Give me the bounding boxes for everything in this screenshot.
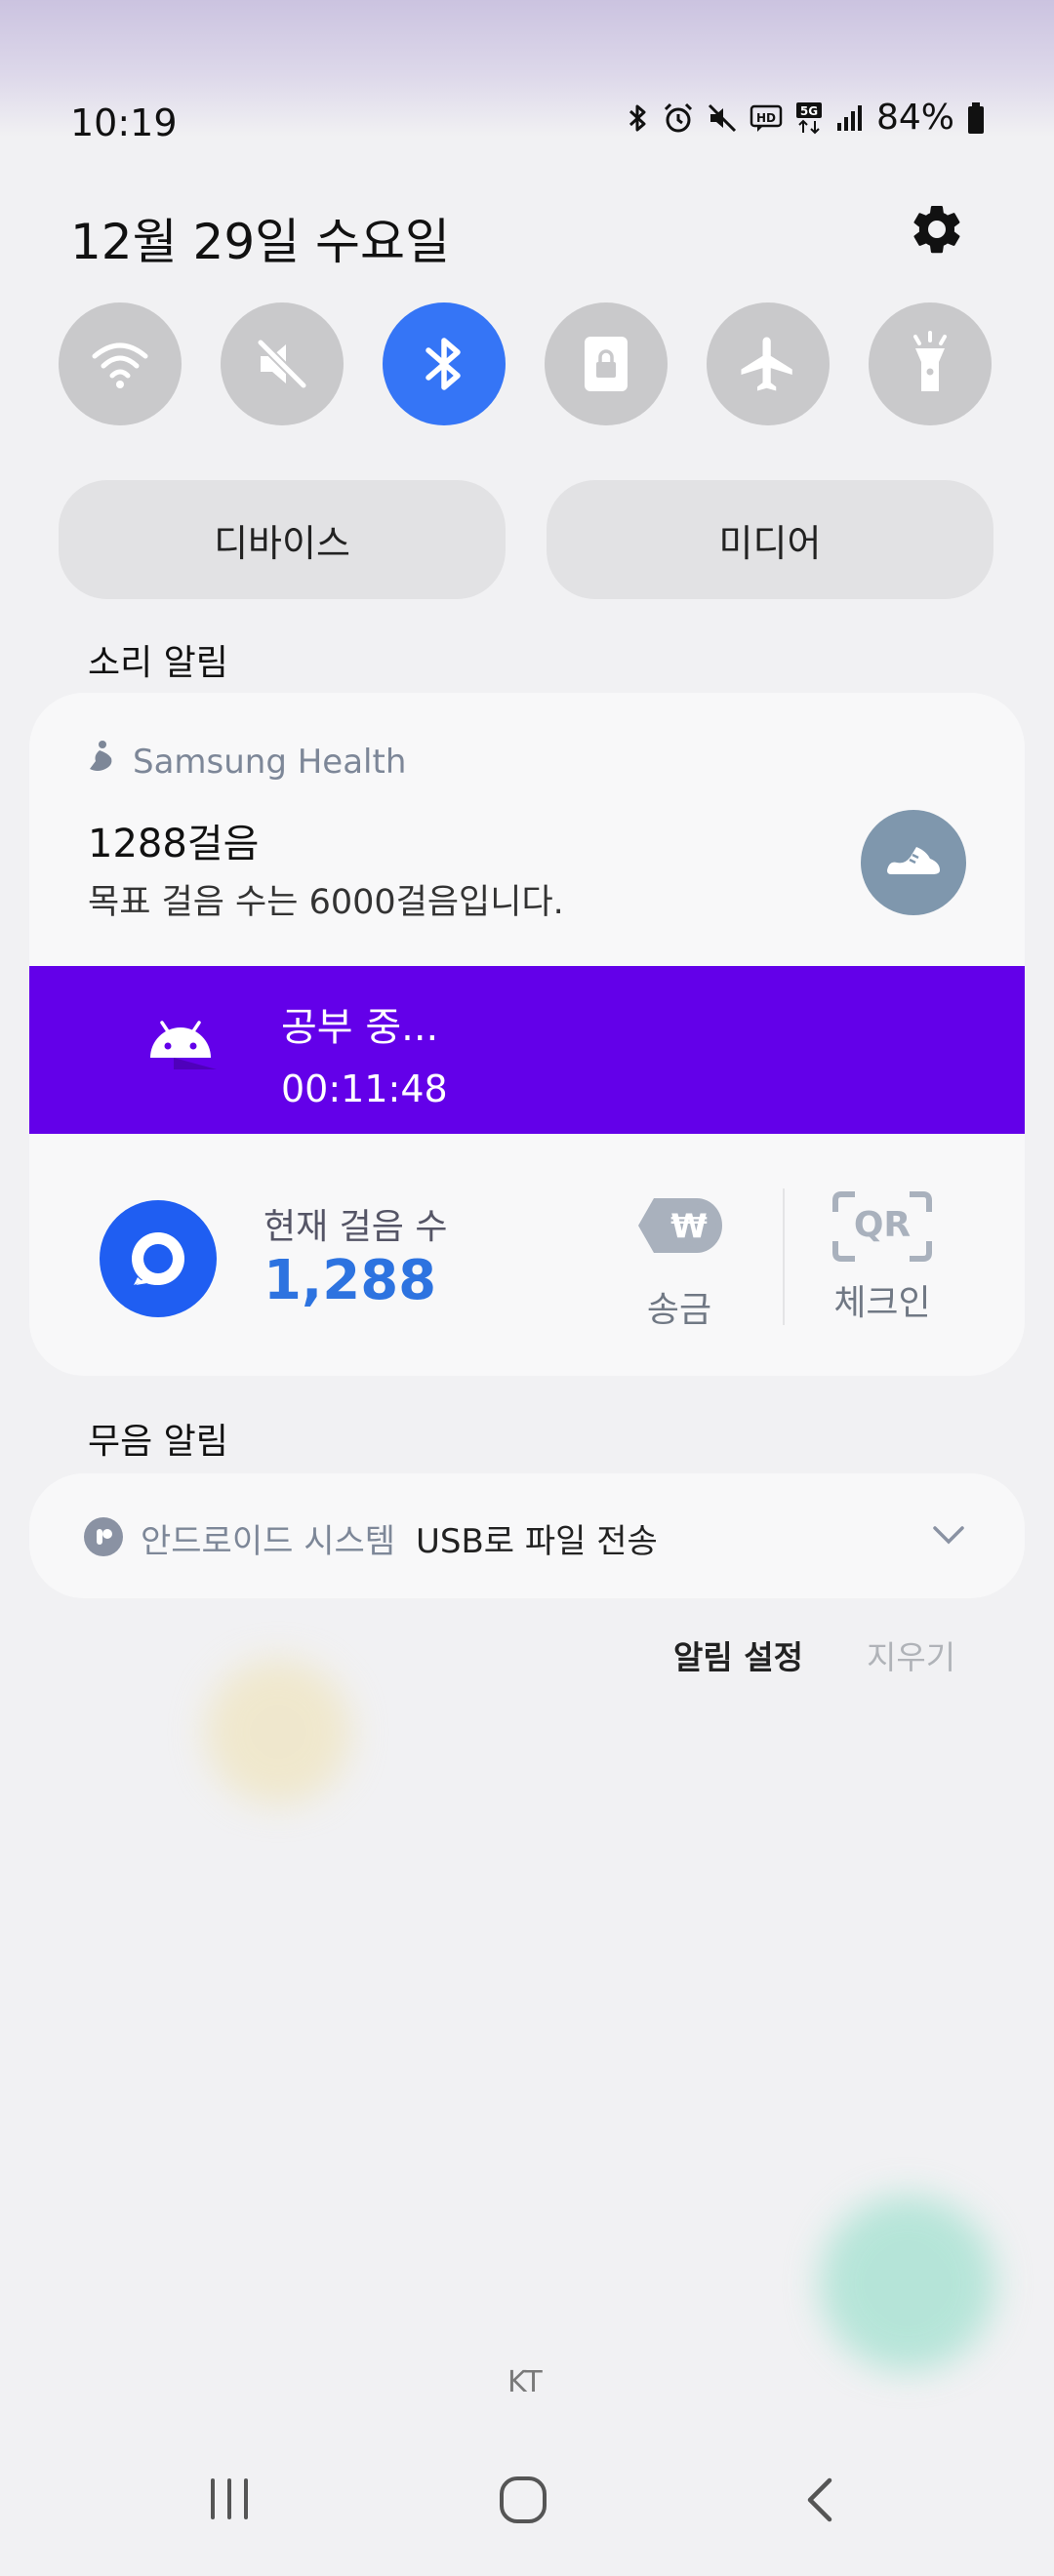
bluetooth-icon [423, 333, 466, 395]
flashlight-toggle[interactable] [869, 302, 992, 425]
usb-transfer-title: USB로 파일 전송 [416, 1522, 658, 1561]
notification-settings-link[interactable]: 알림 설정 [673, 1631, 803, 1678]
silent-notifications-header: 무음 알림 [88, 1422, 228, 1462]
sound-toggle[interactable] [221, 302, 344, 425]
svg-text:₩: ₩ [670, 1207, 708, 1246]
settings-gear-icon[interactable] [908, 200, 966, 259]
android-system-icon [84, 1517, 123, 1556]
send-money-label: 송금 [646, 1290, 712, 1330]
steps-title: 1288걸음 [88, 822, 260, 866]
clear-all-link[interactable]: 지우기 [867, 1631, 955, 1678]
current-steps-value: 1,288 [264, 1249, 437, 1312]
steps-goal-text: 목표 걸음 수는 6000걸음입니다. [88, 883, 564, 922]
battery-icon [966, 101, 986, 135]
samsung-health-icon [86, 740, 117, 784]
qr-code-icon: QR [831, 1190, 933, 1263]
samsung-health-app-row: Samsung Health [86, 740, 406, 784]
qr-code-label: QR [853, 1205, 912, 1245]
home-icon[interactable] [498, 2475, 548, 2529]
won-tag-icon: ₩ [634, 1190, 724, 1269]
carrier-label: KT [507, 2365, 543, 2399]
date-label: 12월 29일 수요일 [70, 214, 451, 270]
battery-percent: 84% [875, 98, 954, 138]
svg-text:5G: 5G [800, 104, 818, 118]
study-timer-notification[interactable]: 공부 중... 00:11:48 [29, 966, 1025, 1134]
shoe-icon [883, 841, 944, 884]
walking-action-button[interactable] [861, 810, 966, 915]
secure-folder-toggle[interactable] [545, 302, 668, 425]
pay-app-logo-icon[interactable] [100, 1200, 217, 1317]
usb-file-transfer-notification[interactable]: 안드로이드 시스템 USB로 파일 전송 [29, 1473, 1025, 1598]
timer-elapsed: 00:11:48 [281, 1067, 448, 1110]
android-robot-icon [144, 1015, 217, 1073]
media-button[interactable]: 미디어 [547, 480, 993, 599]
blurred-floating-button [820, 2195, 995, 2371]
secure-folder-icon [579, 333, 633, 395]
airplane-icon [736, 332, 800, 396]
alarm-status-icon [662, 101, 695, 135]
hd-voice-icon: HD [750, 103, 783, 133]
checkin-button[interactable]: QR 체크인 [831, 1190, 933, 1325]
checkin-label: 체크인 [833, 1283, 931, 1323]
svg-text:HD: HD [756, 111, 776, 125]
airplane-toggle[interactable] [707, 302, 830, 425]
current-steps-label: 현재 걸음 수 [264, 1207, 448, 1247]
wifi-toggle[interactable] [59, 302, 182, 425]
mute-status-icon [707, 102, 738, 134]
widget-divider [783, 1188, 785, 1325]
flashlight-icon [906, 331, 954, 397]
bluetooth-status-icon [627, 102, 650, 134]
blurred-background-shape [205, 1659, 351, 1805]
status-time: 10:19 [70, 101, 178, 144]
samsung-health-app-name: Samsung Health [133, 742, 407, 782]
5g-network-icon: 5G [794, 101, 824, 135]
android-system-app-name: 안드로이드 시스템 [141, 1522, 396, 1561]
notification-card-main: Samsung Health 1288걸음 목표 걸음 수는 6000걸음입니다… [29, 693, 1025, 1376]
status-icons: HD 5G 84% [627, 98, 986, 138]
send-money-button[interactable]: ₩ 송금 [634, 1190, 724, 1332]
signal-icon [835, 103, 865, 133]
chevron-down-icon[interactable] [929, 1522, 968, 1551]
mute-icon [253, 335, 311, 393]
bluetooth-toggle[interactable] [383, 302, 506, 425]
recent-apps-icon[interactable] [205, 2475, 254, 2527]
wifi-icon [89, 337, 151, 391]
timer-title: 공부 중... [281, 1005, 439, 1050]
devices-button[interactable]: 디바이스 [59, 480, 506, 599]
sound-notifications-header: 소리 알림 [88, 643, 228, 683]
back-icon[interactable] [800, 2475, 839, 2529]
